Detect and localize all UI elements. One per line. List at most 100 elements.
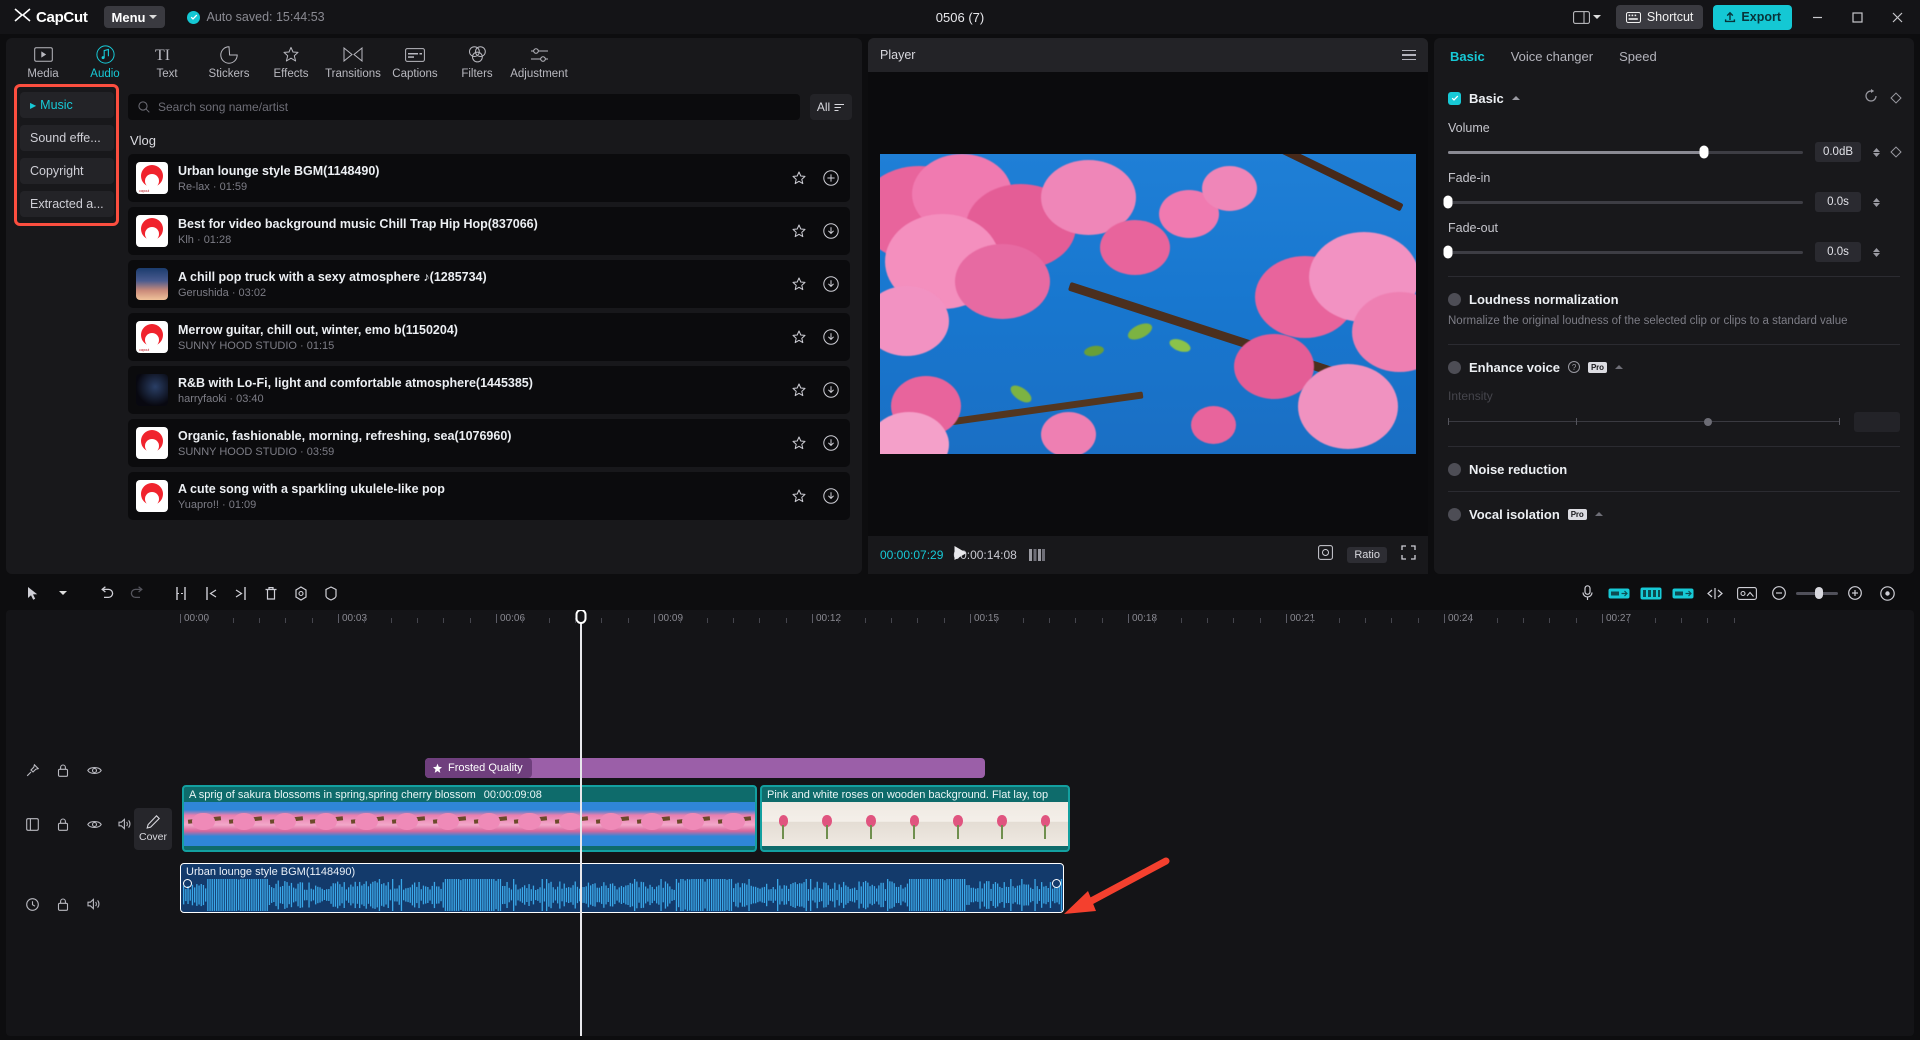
list-item[interactable]: Best for video background music Chill Tr…	[128, 207, 850, 255]
download-icon[interactable]	[822, 487, 840, 505]
download-icon[interactable]	[822, 381, 840, 399]
chevron-up-icon[interactable]	[1512, 96, 1520, 100]
freeze-button[interactable]	[286, 580, 316, 606]
basic-checkbox[interactable]	[1448, 92, 1461, 105]
redo-button[interactable]	[122, 580, 152, 606]
help-icon[interactable]: ?	[1568, 361, 1580, 373]
download-icon[interactable]	[822, 222, 840, 240]
tab-speed[interactable]: Speed	[1619, 49, 1657, 64]
lock-icon[interactable]	[55, 762, 71, 778]
playhead-handle[interactable]	[575, 610, 586, 624]
sidebar-item-copyright[interactable]: Copyright	[20, 158, 114, 184]
playhead[interactable]	[580, 610, 582, 1036]
frames-icon[interactable]	[1029, 549, 1045, 561]
select-tool[interactable]	[18, 580, 48, 606]
pin-icon[interactable]	[24, 762, 40, 778]
eye-icon[interactable]	[86, 816, 102, 832]
fade-in-value[interactable]: 0.0s	[1815, 192, 1861, 212]
select-tool-dropdown[interactable]	[48, 580, 78, 606]
close-button[interactable]	[1882, 2, 1912, 32]
clock-icon[interactable]	[24, 896, 40, 912]
export-button[interactable]: Export	[1713, 5, 1792, 30]
favorite-icon[interactable]	[790, 328, 808, 346]
timeline-ruler[interactable]: 00:0000:0300:0600:0900:1200:1500:1800:21…	[176, 610, 1914, 632]
timeline-zoom-slider[interactable]	[1796, 592, 1838, 595]
link-button[interactable]	[1700, 580, 1730, 606]
audio-clip[interactable]: Urban lounge style BGM(1148490)	[180, 863, 1064, 913]
track-area[interactable]: 00:0000:0300:0600:0900:1200:1500:1800:21…	[176, 610, 1914, 1036]
timeline-canvas[interactable]: Cover 00:0000:0300:0600:0900:1200:1500:1…	[6, 610, 1914, 1036]
fullscreen-icon[interactable]	[1401, 545, 1416, 565]
tab-filters[interactable]: Filters	[446, 40, 508, 84]
enhance-voice-chevron-icon[interactable]	[1615, 365, 1623, 369]
reset-icon[interactable]	[1864, 89, 1878, 108]
split-button[interactable]	[166, 580, 196, 606]
zoom-out-button[interactable]	[1764, 580, 1794, 606]
fade-out-stepper[interactable]	[1873, 248, 1880, 257]
preview-button[interactable]	[1732, 580, 1762, 606]
mixer-button[interactable]	[1636, 580, 1666, 606]
shortcut-button[interactable]: Shortcut	[1616, 5, 1704, 29]
filter-button[interactable]: All	[810, 94, 852, 120]
keyframe-icon[interactable]	[1890, 92, 1901, 103]
fit-screen-icon[interactable]	[1318, 545, 1333, 565]
menu-button[interactable]: Menu	[104, 6, 166, 28]
intensity-value[interactable]	[1854, 412, 1900, 432]
favorite-icon[interactable]	[790, 381, 808, 399]
list-item[interactable]: capcut Merrow guitar, chill out, winter,…	[128, 313, 850, 361]
list-item[interactable]: R&B with Lo-Fi, light and comfortable at…	[128, 366, 850, 414]
cover-button[interactable]: Cover	[134, 808, 172, 850]
volume-value[interactable]: 0.0dB	[1815, 142, 1861, 162]
volume-keyframe-icon[interactable]	[1890, 146, 1901, 157]
favorite-icon[interactable]	[790, 434, 808, 452]
tab-basic[interactable]: Basic	[1450, 49, 1485, 64]
tab-media[interactable]: Media	[12, 40, 74, 84]
vocal-isolation-chevron-icon[interactable]	[1595, 512, 1603, 516]
lock-icon[interactable]	[55, 896, 71, 912]
zoom-in-button[interactable]	[1840, 580, 1870, 606]
fade-out-slider[interactable]	[1448, 251, 1803, 254]
adjust-button[interactable]	[1668, 580, 1698, 606]
volume-icon[interactable]	[86, 896, 102, 912]
enhance-voice-toggle[interactable]	[1448, 361, 1461, 374]
add-to-timeline-icon[interactable]	[822, 169, 840, 187]
record-button[interactable]	[1572, 580, 1602, 606]
tab-effects[interactable]: Effects	[260, 40, 322, 84]
search-input[interactable]: Search song name/artist	[128, 94, 800, 120]
audio-trim-handle-left[interactable]	[183, 879, 192, 888]
fade-in-slider[interactable]	[1448, 201, 1803, 204]
download-icon[interactable]	[822, 434, 840, 452]
video-clip[interactable]: Pink and white roses on wooden backgroun…	[760, 785, 1070, 852]
volume-slider[interactable]	[1448, 151, 1803, 154]
volume-icon[interactable]	[117, 816, 133, 832]
minimize-button[interactable]	[1802, 2, 1832, 32]
favorite-icon[interactable]	[790, 169, 808, 187]
fade-in-stepper[interactable]	[1873, 198, 1880, 207]
ratio-button[interactable]: Ratio	[1347, 547, 1387, 563]
favorite-icon[interactable]	[790, 487, 808, 505]
list-item[interactable]: A chill pop truck with a sexy atmosphere…	[128, 260, 850, 308]
layout-button[interactable]	[1568, 8, 1606, 27]
maximize-button[interactable]	[1842, 2, 1872, 32]
video-clip[interactable]: A sprig of sakura blossoms in spring,spr…	[182, 785, 757, 852]
audio-trim-handle-right[interactable]	[1052, 879, 1061, 888]
volume-stepper[interactable]	[1873, 148, 1880, 157]
sidebar-item-sound-effects[interactable]: Sound effe...	[20, 125, 114, 151]
download-icon[interactable]	[822, 328, 840, 346]
autocut-button[interactable]	[1604, 580, 1634, 606]
favorite-icon[interactable]	[790, 222, 808, 240]
effect-clip[interactable]: Frosted Quality	[425, 758, 985, 778]
tab-stickers[interactable]: Stickers	[198, 40, 260, 84]
loudness-normalization-toggle[interactable]	[1448, 293, 1461, 306]
list-item[interactable]: A cute song with a sparkling ukulele-lik…	[128, 472, 850, 520]
tab-transitions[interactable]: Transitions	[322, 40, 384, 84]
tab-text[interactable]: TI Text	[136, 40, 198, 84]
favorite-icon[interactable]	[790, 275, 808, 293]
tab-adjustment[interactable]: Adjustment	[508, 40, 570, 84]
expand-icon[interactable]	[24, 816, 40, 832]
tab-audio[interactable]: Audio	[74, 40, 136, 84]
fade-out-value[interactable]: 0.0s	[1815, 242, 1861, 262]
tab-captions[interactable]: Captions	[384, 40, 446, 84]
delete-button[interactable]	[256, 580, 286, 606]
list-item[interactable]: capcut Urban lounge style BGM(1148490) R…	[128, 154, 850, 202]
